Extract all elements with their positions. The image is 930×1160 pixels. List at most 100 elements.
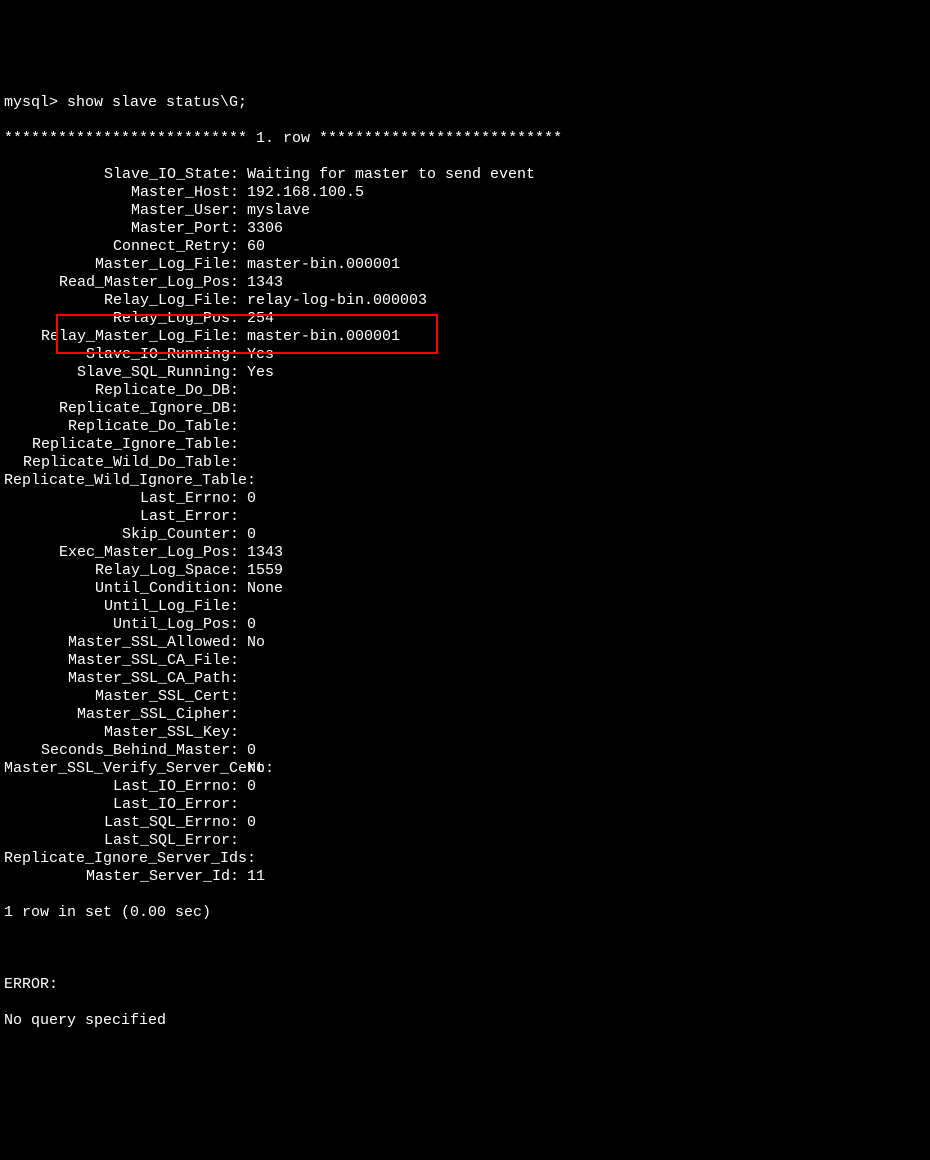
field-value: 1343 (244, 544, 283, 562)
field-label: Master_SSL_Allowed: (4, 634, 244, 652)
error-label: ERROR: (4, 976, 926, 994)
field-value: Yes (244, 346, 274, 364)
status-row: Seconds_Behind_Master:0 (4, 742, 926, 760)
field-value: master-bin.000001 (244, 256, 400, 274)
status-row: Until_Log_File: (4, 598, 926, 616)
status-row: Slave_IO_Running:Yes (4, 346, 926, 364)
status-row: Replicate_Wild_Ignore_Table: (4, 472, 926, 490)
field-value: 0 (244, 778, 256, 796)
status-row: Master_SSL_Key: (4, 724, 926, 742)
field-label: Replicate_Wild_Ignore_Table: (4, 472, 244, 490)
field-label: Read_Master_Log_Pos: (4, 274, 244, 292)
field-label: Until_Log_Pos: (4, 616, 244, 634)
field-label: Master_SSL_Verify_Server_Cert: (4, 760, 244, 778)
field-label: Master_Server_Id: (4, 868, 244, 886)
field-value: 60 (244, 238, 265, 256)
field-label: Last_IO_Errno: (4, 778, 244, 796)
field-value: master-bin.000001 (244, 328, 400, 346)
field-label: Slave_IO_Running: (4, 346, 244, 364)
status-row: Master_SSL_Cipher: (4, 706, 926, 724)
status-row: Until_Log_Pos:0 (4, 616, 926, 634)
field-label: Master_Host: (4, 184, 244, 202)
status-row: Replicate_Ignore_Server_Ids: (4, 850, 926, 868)
status-row: Master_SSL_Verify_Server_Cert:No (4, 760, 926, 778)
field-label: Last_IO_Error: (4, 796, 244, 814)
field-value: No (244, 760, 265, 778)
status-row: Last_IO_Errno:0 (4, 778, 926, 796)
field-label: Relay_Master_Log_File: (4, 328, 244, 346)
status-row: Master_User:myslave (4, 202, 926, 220)
field-label: Until_Condition: (4, 580, 244, 598)
status-row: Last_Error: (4, 508, 926, 526)
field-label: Until_Log_File: (4, 598, 244, 616)
status-row: Master_SSL_CA_File: (4, 652, 926, 670)
field-value: 0 (244, 616, 256, 634)
field-value (244, 400, 247, 418)
field-label: Slave_IO_State: (4, 166, 244, 184)
status-row: Master_SSL_CA_Path: (4, 670, 926, 688)
field-label: Relay_Log_File: (4, 292, 244, 310)
field-value: 1559 (244, 562, 283, 580)
status-row: Master_Host:192.168.100.5 (4, 184, 926, 202)
field-label: Replicate_Do_DB: (4, 382, 244, 400)
field-value (244, 454, 247, 472)
status-row: Master_Port:3306 (4, 220, 926, 238)
field-label: Replicate_Ignore_DB: (4, 400, 244, 418)
field-value: 0 (244, 742, 256, 760)
field-value (244, 706, 247, 724)
field-label: Slave_SQL_Running: (4, 364, 244, 382)
field-value: 0 (244, 814, 256, 832)
field-label: Master_SSL_Key: (4, 724, 244, 742)
mysql-prompt[interactable]: mysql> show slave status\G; (4, 94, 926, 112)
blank-line (4, 940, 926, 958)
field-value: 0 (244, 526, 256, 544)
field-label: Master_SSL_Cipher: (4, 706, 244, 724)
field-label: Replicate_Ignore_Server_Ids: (4, 850, 244, 868)
field-label: Master_Port: (4, 220, 244, 238)
field-value (244, 670, 247, 688)
field-label: Skip_Counter: (4, 526, 244, 544)
status-row: Replicate_Wild_Do_Table: (4, 454, 926, 472)
field-label: Replicate_Wild_Do_Table: (4, 454, 244, 472)
field-value (244, 436, 247, 454)
status-row: Relay_Log_File:relay-log-bin.000003 (4, 292, 926, 310)
field-value (244, 382, 247, 400)
field-value (244, 796, 247, 814)
status-row: Slave_IO_State:Waiting for master to sen… (4, 166, 926, 184)
field-value (244, 688, 247, 706)
status-row: Master_Log_File:master-bin.000001 (4, 256, 926, 274)
field-value (244, 832, 247, 850)
status-row: Last_SQL_Error: (4, 832, 926, 850)
field-label: Last_Error: (4, 508, 244, 526)
status-row: Master_SSL_Cert: (4, 688, 926, 706)
field-value: None (244, 580, 283, 598)
error-message: No query specified (4, 1012, 926, 1030)
status-row: Master_Server_Id:11 (4, 868, 926, 886)
field-value: Waiting for master to send event (244, 166, 535, 184)
status-row: Skip_Counter:0 (4, 526, 926, 544)
field-label: Exec_Master_Log_Pos: (4, 544, 244, 562)
field-label: Last_SQL_Errno: (4, 814, 244, 832)
field-label: Last_Errno: (4, 490, 244, 508)
field-label: Master_SSL_Cert: (4, 688, 244, 706)
field-value (244, 598, 247, 616)
field-value (244, 652, 247, 670)
status-row: Connect_Retry:60 (4, 238, 926, 256)
status-row: Master_SSL_Allowed:No (4, 634, 926, 652)
field-value: myslave (244, 202, 310, 220)
field-value: Yes (244, 364, 274, 382)
field-value (244, 472, 247, 490)
field-label: Relay_Log_Space: (4, 562, 244, 580)
field-label: Master_Log_File: (4, 256, 244, 274)
status-row: Last_IO_Error: (4, 796, 926, 814)
status-row: Replicate_Do_Table: (4, 418, 926, 436)
field-value: No (244, 634, 265, 652)
field-value (244, 418, 247, 436)
field-value: 0 (244, 490, 256, 508)
status-row: Replicate_Do_DB: (4, 382, 926, 400)
status-row: Slave_SQL_Running:Yes (4, 364, 926, 382)
field-label: Seconds_Behind_Master: (4, 742, 244, 760)
field-value: 1343 (244, 274, 283, 292)
status-row: Relay_Master_Log_File:master-bin.000001 (4, 328, 926, 346)
status-row: Read_Master_Log_Pos:1343 (4, 274, 926, 292)
